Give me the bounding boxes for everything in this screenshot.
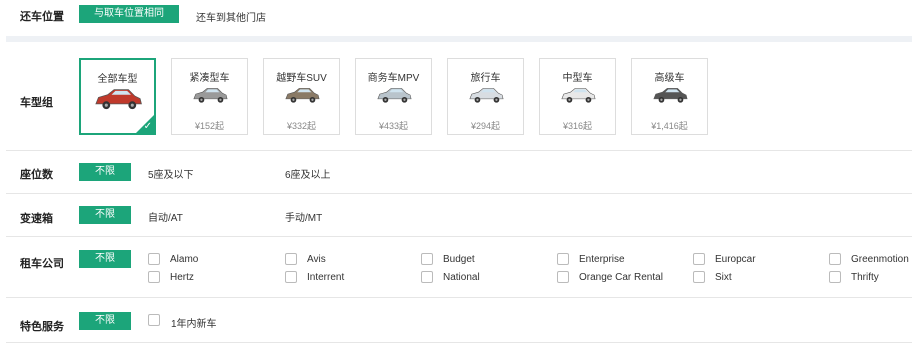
company-unlimited-button[interactable]: 不限 — [79, 250, 131, 268]
company-name[interactable]: Thrifty — [851, 272, 879, 283]
company-checkbox[interactable] — [285, 253, 297, 265]
company-checkbox[interactable] — [693, 271, 705, 283]
rental-company-label: 租车公司 — [20, 258, 64, 270]
company-name[interactable]: Orange Car Rental — [579, 272, 663, 283]
car-type-card[interactable]: 越野车SUV ¥332起 — [263, 58, 340, 135]
company-checkbox[interactable] — [148, 253, 160, 265]
transmission-option-mt[interactable]: 手动/MT — [285, 209, 322, 224]
service-unlimited-button[interactable]: 不限 — [79, 312, 131, 330]
seats-label: 座位数 — [20, 169, 53, 181]
seats-option-6-above[interactable]: 6座及以上 — [285, 166, 331, 181]
company-checkbox[interactable] — [693, 253, 705, 265]
car-type-card[interactable]: 高级车 ¥1,416起 — [631, 58, 708, 135]
car-type-price: ¥433起 — [378, 121, 409, 131]
company-checkbox[interactable] — [557, 253, 569, 265]
car-type-label: 车型组 — [20, 97, 53, 109]
company-name[interactable]: Interrent — [307, 272, 344, 283]
divider — [6, 297, 912, 298]
divider — [6, 193, 912, 194]
company-name[interactable]: Sixt — [715, 272, 732, 283]
car-type-name: 商务车MPV — [367, 73, 420, 84]
car-type-price: ¥1,416起 — [651, 121, 688, 131]
new-car-label: 1年内新车 — [171, 319, 217, 330]
seats-option-5-below[interactable]: 5座及以下 — [148, 166, 194, 181]
car-type-card[interactable]: 中型车 ¥316起 — [539, 58, 616, 135]
car-icon — [94, 89, 142, 110]
transmission-unlimited-button[interactable]: 不限 — [79, 206, 131, 224]
company-name[interactable]: Europcar — [715, 254, 756, 265]
new-car-checkbox[interactable] — [148, 314, 160, 326]
divider — [6, 236, 912, 237]
section-divider — [6, 36, 912, 42]
company-name[interactable]: Alamo — [170, 254, 198, 265]
car-type-name: 高级车 — [654, 73, 685, 84]
car-type-card[interactable]: 全部车型 ✓ — [79, 58, 156, 135]
company-checkbox[interactable] — [829, 253, 841, 265]
divider — [6, 150, 912, 151]
company-name[interactable]: Hertz — [170, 272, 194, 283]
car-icon — [376, 88, 411, 103]
car-type-price: ¥316起 — [562, 121, 593, 131]
car-type-price: ¥332起 — [286, 121, 317, 131]
company-checkbox[interactable] — [421, 271, 433, 283]
company-name[interactable]: National — [443, 272, 480, 283]
car-type-price: ¥294起 — [470, 121, 501, 131]
car-type-name: 全部车型 — [97, 74, 138, 85]
transmission-label: 变速箱 — [20, 213, 53, 225]
company-checkbox[interactable] — [421, 253, 433, 265]
car-icon — [560, 88, 595, 103]
car-type-card[interactable]: 商务车MPV ¥433起 — [355, 58, 432, 135]
seats-unlimited-button[interactable]: 不限 — [79, 163, 131, 181]
car-icon — [284, 88, 319, 103]
car-type-name: 紧凑型车 — [189, 73, 230, 84]
transmission-option-at[interactable]: 自动/AT — [148, 209, 183, 224]
return-location-label: 还车位置 — [20, 11, 64, 23]
company-checkbox[interactable] — [148, 271, 160, 283]
company-name[interactable]: Enterprise — [579, 254, 625, 265]
special-service-label: 特色服务 — [20, 321, 64, 333]
company-checkbox[interactable] — [557, 271, 569, 283]
company-name[interactable]: Budget — [443, 254, 475, 265]
company-name[interactable]: Avis — [307, 254, 326, 265]
car-icon — [652, 88, 687, 103]
car-type-name: 中型车 — [562, 73, 593, 84]
car-type-name: 旅行车 — [470, 73, 501, 84]
same-location-button[interactable]: 与取车位置相同 — [79, 5, 179, 23]
car-type-card[interactable]: 旅行车 ¥294起 — [447, 58, 524, 135]
car-icon — [192, 88, 227, 103]
company-name[interactable]: Greenmotion — [851, 254, 909, 265]
car-type-name: 越野车SUV — [276, 73, 327, 84]
company-checkbox[interactable] — [829, 271, 841, 283]
checkmark-icon: ✓ — [143, 121, 152, 132]
company-checkbox[interactable] — [285, 271, 297, 283]
car-type-card[interactable]: 紧凑型车 ¥152起 — [171, 58, 248, 135]
car-type-price: ¥152起 — [194, 121, 225, 131]
divider — [6, 342, 912, 343]
other-store-option[interactable]: 还车到其他门店 — [196, 9, 266, 24]
car-icon — [468, 88, 503, 103]
